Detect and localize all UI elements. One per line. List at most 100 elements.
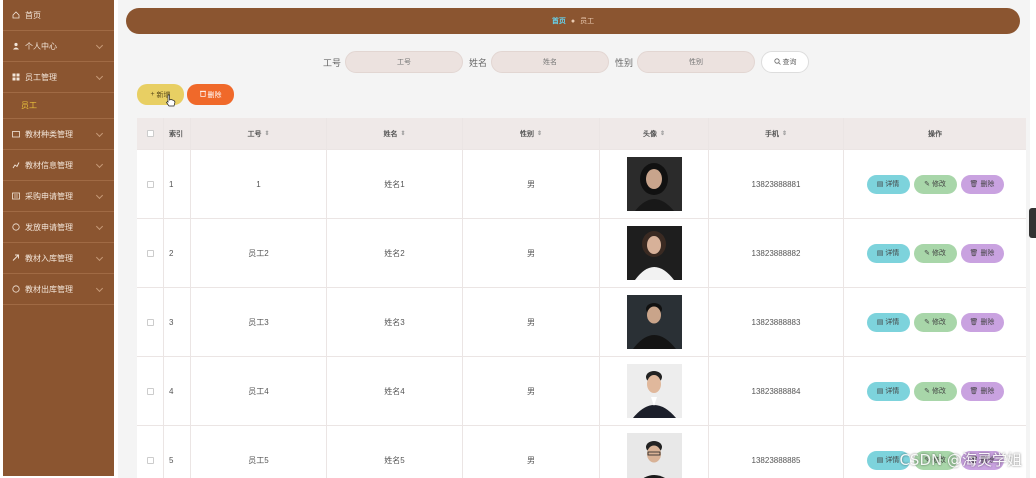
grid-icon [11, 72, 21, 82]
plus-icon: + [150, 91, 155, 98]
row-checkbox[interactable] [146, 387, 154, 395]
detail-label: 详情 [885, 181, 900, 188]
trash-icon: 🗑︎ [969, 388, 979, 395]
cell-phone: 13823888883 [709, 288, 844, 356]
table-header: 索引 工号 ⇕ 姓名 ⇕ 性别 ⇕ 头像 ⇕ 手机 ⇕ 操作 [137, 118, 1026, 149]
detail-button[interactable]: ▤ 详情 [866, 174, 910, 194]
row-checkbox[interactable] [146, 318, 154, 326]
header-phone-label: 手机 [764, 130, 779, 138]
gonghao-input[interactable] [345, 51, 464, 73]
cell-index: 3 [164, 288, 191, 356]
avatar[interactable] [626, 433, 682, 478]
box-icon [11, 253, 21, 263]
row-checkbox[interactable] [146, 249, 154, 257]
row-checkbox[interactable] [146, 456, 154, 464]
table-row: 4 员工4 姓名4 男 13823888884 ▤ 详情 ✎ 修改 🗑︎ 删除 [137, 356, 1026, 425]
sidebar-item-label: 教材种类管理 [25, 129, 73, 139]
cell-index: 5 [164, 426, 191, 478]
name-label: 姓名 [469, 57, 488, 68]
sidebar: 首页 个人中心 员工管理 员工 教材种类管理 教材信息管理 采购申请管理 发放申… [3, 0, 114, 476]
delete-button[interactable]: 🗑︎ 删除 [960, 243, 1004, 263]
delete-label: 删除 [980, 319, 995, 326]
avatar[interactable] [626, 364, 682, 418]
home-icon [11, 10, 21, 20]
detail-label: 详情 [885, 388, 900, 395]
delete-button[interactable]: 🗑︎ 删除 [960, 312, 1004, 332]
cell-phone: 13823888885 [709, 426, 844, 478]
detail-button[interactable]: ▤ 详情 [866, 243, 910, 263]
header-avatar[interactable]: 头像 ⇕ [600, 118, 709, 149]
table-row: 3 员工3 姓名3 男 13823888883 ▤ 详情 ✎ 修改 🗑︎ 删除 [137, 287, 1026, 356]
sidebar-item-home[interactable]: 首页 [3, 0, 114, 31]
sidebar-item-label: 采购申请管理 [25, 191, 73, 201]
sidebar-item-staff[interactable]: 员工管理 [3, 62, 114, 93]
detail-label: 详情 [885, 250, 900, 257]
search-button[interactable]: 查询 [761, 51, 810, 73]
avatar[interactable] [626, 226, 682, 280]
detail-button[interactable]: ▤ 详情 [866, 381, 910, 401]
header-avatar-label: 头像 [642, 130, 657, 138]
select-all-cell [137, 118, 164, 149]
sidebar-item-stock-in[interactable]: 教材入库管理 [3, 243, 114, 274]
header-gonghao-label: 工号 [247, 130, 262, 138]
header-gender[interactable]: 性别 ⇕ [463, 118, 600, 149]
avatar[interactable] [626, 157, 682, 211]
edit-label: 修改 [931, 181, 946, 188]
batch-delete-button[interactable]: 删除 [187, 84, 234, 105]
sidebar-item-textbook-category[interactable]: 教材种类管理 [3, 119, 114, 150]
main-content: 首页 ● 员工 工号 姓名 性别 查询 + 新增 删除 索引 工号⇕ [118, 0, 1030, 478]
detail-button[interactable]: ▤ 详情 [866, 312, 910, 332]
sidebar-item-profile[interactable]: 个人中心 [3, 31, 114, 62]
gonghao-label: 工号 [323, 57, 342, 68]
header-gonghao[interactable]: 工号 ⇕ [191, 118, 327, 149]
edit-button[interactable]: ✎ 修改 [913, 243, 957, 263]
table-row: 5 员工5 姓名5 男 13823888885 ▤ 详情 ✎ 修改 🗑︎ 删除 [137, 425, 1026, 478]
header-name[interactable]: 姓名 ⇕ [327, 118, 463, 149]
sidebar-item-textbook-info[interactable]: 教材信息管理 [3, 150, 114, 181]
side-collapse-tab[interactable] [1029, 208, 1036, 238]
sidebar-item-label: 个人中心 [25, 41, 57, 51]
edit-button[interactable]: ✎ 修改 [913, 174, 957, 194]
breadcrumb-home[interactable]: 首页 [552, 16, 566, 26]
search-button-label: 查询 [782, 59, 797, 66]
sidebar-subitem-staff[interactable]: 员工 [3, 93, 114, 119]
trash-icon [199, 90, 206, 99]
cell-gender: 男 [463, 288, 600, 356]
row-checkbox[interactable] [146, 180, 154, 188]
cell-name: 姓名2 [327, 219, 463, 287]
header-phone[interactable]: 手机 ⇕ [709, 118, 844, 149]
detail-label: 详情 [885, 457, 900, 464]
sidebar-item-purchase[interactable]: 采购申请管理 [3, 181, 114, 212]
sidebar-item-distribution[interactable]: 发放申请管理 [3, 212, 114, 243]
edit-label: 修改 [931, 319, 946, 326]
cell-name: 姓名3 [327, 288, 463, 356]
name-input[interactable] [491, 51, 610, 73]
add-button[interactable]: + 新增 [137, 84, 184, 105]
detail-icon: ▤ [876, 181, 884, 188]
folder-icon [11, 129, 21, 139]
edit-icon: ✎ [924, 181, 930, 188]
edit-button[interactable]: ✎ 修改 [913, 312, 957, 332]
delete-button[interactable]: 🗑︎ 删除 [960, 174, 1004, 194]
select-all-checkbox[interactable] [146, 130, 154, 137]
edit-label: 修改 [931, 250, 946, 257]
sidebar-item-label: 员工管理 [25, 72, 57, 82]
sidebar-item-stock-out[interactable]: 教材出库管理 [3, 274, 114, 305]
cell-gender: 男 [463, 357, 600, 425]
detail-icon: ▤ [876, 319, 884, 326]
sidebar-item-label: 首页 [25, 10, 41, 20]
chevron-down-icon [95, 253, 104, 262]
table-row: 1 1 姓名1 男 13823888881 ▤ 详情 ✎ 修改 🗑︎ 删除 [137, 149, 1026, 218]
detail-icon: ▤ [876, 250, 884, 257]
delete-button[interactable]: 🗑︎ 删除 [960, 381, 1004, 401]
sidebar-item-label: 教材信息管理 [25, 160, 73, 170]
gender-input[interactable] [637, 51, 756, 73]
search-bar: 工号 姓名 性别 查询 [323, 51, 810, 73]
cell-gender: 男 [463, 426, 600, 478]
chevron-down-icon [95, 284, 104, 293]
detail-icon: ▤ [876, 457, 884, 464]
watermark: CSDN @海灵学姐 [899, 451, 1022, 469]
header-gender-label: 性别 [519, 130, 534, 138]
edit-button[interactable]: ✎ 修改 [913, 381, 957, 401]
avatar[interactable] [626, 295, 682, 349]
